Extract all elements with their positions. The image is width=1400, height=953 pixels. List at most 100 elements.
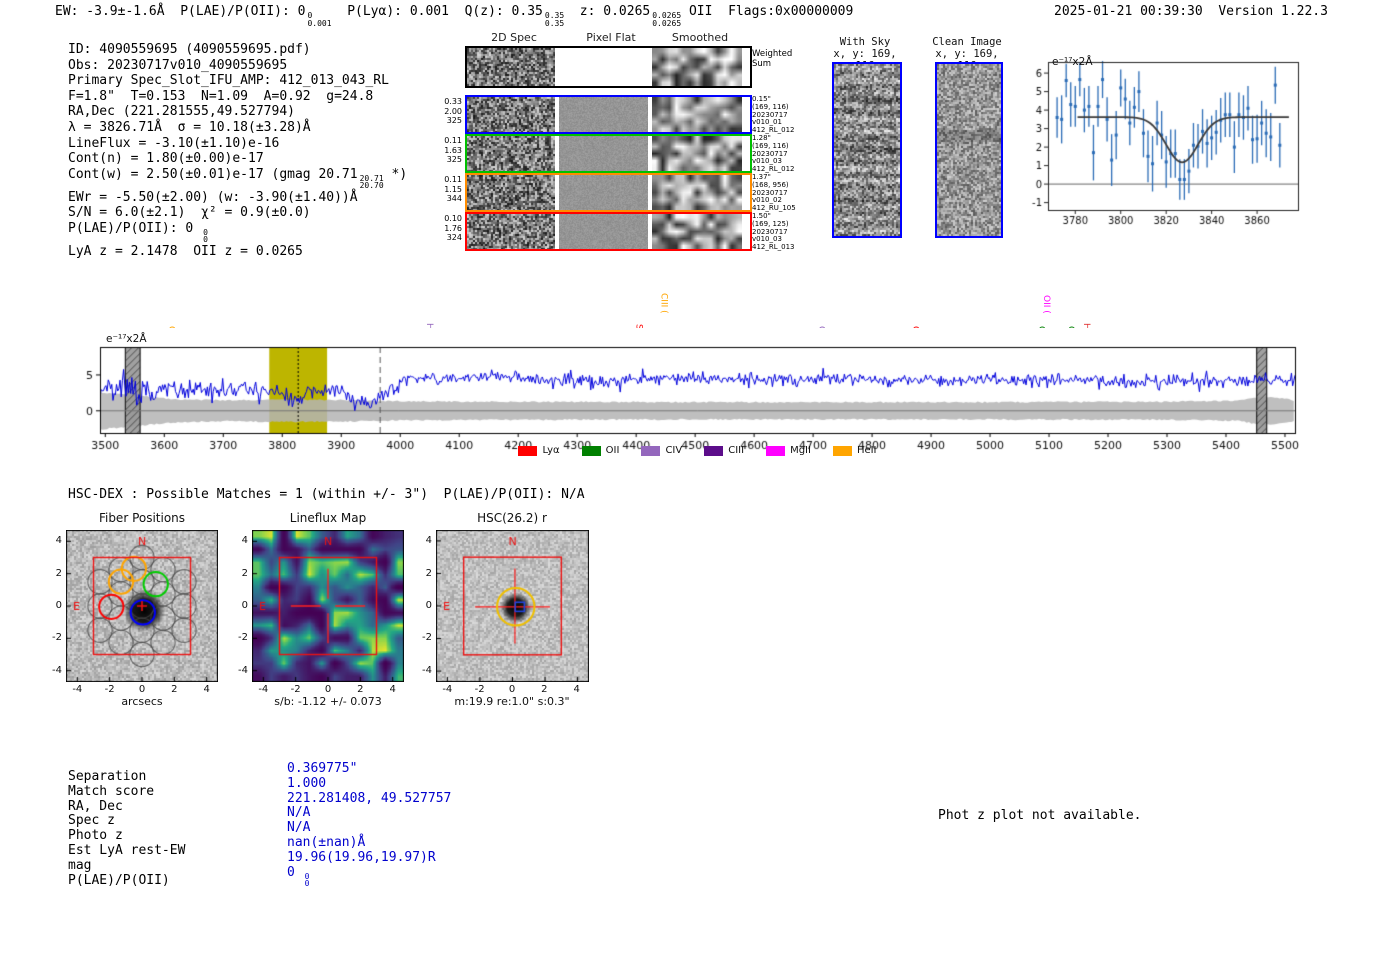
left-label-line: 0.10 xyxy=(444,214,462,223)
with-sky-image xyxy=(832,62,902,238)
spec2d-row-left-labels: 0.11 1.15 344 xyxy=(438,175,462,204)
y-tick-label: 4 xyxy=(425,535,432,547)
legend-item: HeII xyxy=(832,445,877,456)
y-tick-label: 2 xyxy=(241,567,248,579)
smoothed-image xyxy=(652,48,742,86)
fiber-positions-caption: arcsecs xyxy=(121,695,163,708)
legend-item: CIII xyxy=(704,445,744,456)
subscript: 20.70 xyxy=(359,181,384,191)
text-segment: RA,Dec (221.281555,49.527794) xyxy=(68,104,295,120)
left-label-line: 344 xyxy=(446,194,462,203)
subscript: 0.0265 xyxy=(652,18,682,28)
legend-label: HeII xyxy=(856,445,877,456)
info-line-11: S/N = 6.0(±2.1) χ² = 0.9(±0.0) xyxy=(68,205,407,221)
spectrum-flux-units-label: e⁻¹⁷x2Å xyxy=(106,333,147,345)
subscript: 0.35 xyxy=(544,18,565,28)
y-tick-label: -4 xyxy=(52,664,62,676)
info-line-4: F=1.8" T=0.153 N=1.09 A=0.92 g=24.8 xyxy=(68,89,407,105)
y-tick-label: -2 xyxy=(422,632,432,644)
with-sky-title-line: With Sky xyxy=(839,36,891,48)
y-tick-label: -2 xyxy=(52,632,62,644)
x-tick-label: -2 xyxy=(474,684,485,695)
left-label-line: 2.00 xyxy=(444,106,462,116)
match-table-labels: Separation Match score RA, Dec Spec z Photo … xyxy=(68,769,186,888)
text-segment: LineFlux = -3.10(±1.10)e-16 xyxy=(68,135,280,151)
legend-item: OII xyxy=(581,445,619,456)
pixel-flat-image xyxy=(559,136,648,171)
y-tick-label: 0 xyxy=(241,600,248,611)
text-segment: 0.369775" xyxy=(287,761,358,776)
spec2d-col-header: 2D Spec xyxy=(491,31,537,44)
text-segment: *) xyxy=(383,166,408,182)
spec2d-image xyxy=(467,97,555,132)
line-fit-plot xyxy=(1025,50,1310,230)
right-label-line: 412_RL_013 xyxy=(752,243,795,252)
hsc-caption: m:19.9 re:1.0" s:0.3" xyxy=(454,695,570,708)
match-row-label: Separation xyxy=(68,769,147,784)
weighted-sum-label: Weighted Sum xyxy=(752,49,792,69)
text-segment: EWr = -5.50(±2.00) (w: -3.90(±1.40))Å xyxy=(68,189,358,205)
text-segment: N/A xyxy=(287,820,311,836)
y-tick-label: 4 xyxy=(55,535,62,547)
info-line-13: LyA z = 2.1478 OII z = 0.0265 xyxy=(68,244,407,260)
spec2d-row-right-labels: 1.28" (169, 116) 20230717 v010_03 412_RL_012 xyxy=(752,134,795,174)
legend-swatch xyxy=(766,445,786,456)
emission-line-label-ciii: CIII ( xyxy=(658,293,669,314)
sup-sub-value: 0.0265 0.0265 xyxy=(652,12,681,27)
spec2d-image xyxy=(467,48,555,86)
left-label-line: 0.11 xyxy=(444,136,462,145)
match-row-value: N/A xyxy=(287,820,451,836)
text-segment: 19.96(19.96,19.97)R xyxy=(287,849,436,865)
report-header-summary: EW: -3.9±-1.6Å P(LAE)/P(OII): 0 0 0.001 P(… xyxy=(55,4,853,27)
legend-item: MgII xyxy=(766,445,811,456)
subscript: 0 xyxy=(304,879,310,889)
x-tick-label: 4 xyxy=(389,684,396,695)
sup-sub-value: 0 0.001 xyxy=(307,12,331,27)
spec2d-row-left-labels: 0.11 1.63 325 xyxy=(438,136,462,165)
left-label-line: 1.15 xyxy=(444,184,462,194)
spec2d-exposure-row xyxy=(465,212,752,251)
x-tick-label: 2 xyxy=(357,684,364,695)
text-segment: F=1.8" T=0.153 N=1.09 A=0.92 g=24.8 xyxy=(68,88,374,104)
lineflux-caption: s/b: -1.12 +/- 0.073 xyxy=(274,695,382,708)
legend-label: CIII xyxy=(728,445,745,456)
spec2d-weighted-row xyxy=(465,46,752,88)
left-label-line: 325 xyxy=(446,116,462,125)
legend-item: Lyα xyxy=(518,445,560,456)
match-row-value: 0 00 xyxy=(287,865,451,889)
text-segment: 221.281408, 49.527757 xyxy=(287,790,452,806)
spec2d-row-right-labels: 1.37" (168, 956) 20230717 v010_02 412_RU_105 xyxy=(752,173,796,213)
match-row-label: Photo z xyxy=(68,828,123,844)
match-row-label: Est LyA rest-EW xyxy=(68,842,186,858)
sup-sub-value: 00 xyxy=(304,872,310,889)
fiber-positions-canvas xyxy=(66,530,218,682)
match-row-value: 1.000 xyxy=(287,775,451,792)
photz-note: Phot z plot not available. xyxy=(938,808,1142,823)
smoothed-image xyxy=(652,175,742,210)
spec2d-row-left-labels: 0.33 2.00 325 xyxy=(438,97,462,126)
subscript: 0 xyxy=(203,235,208,245)
hsc-cutout-canvas xyxy=(436,530,589,682)
legend-label: MgII xyxy=(790,445,811,456)
text-segment: 1.000 xyxy=(287,775,327,791)
text-segment: nan(±nan)Å xyxy=(287,834,366,850)
text-segment: N/A xyxy=(287,805,311,821)
y-tick-label: 2 xyxy=(55,567,62,579)
x-tick-label: 2 xyxy=(541,684,548,695)
info-line-2: Obs: 20230717v010_4090559695 xyxy=(68,58,407,74)
sup-sub-value: 0.35 0.35 xyxy=(545,12,564,27)
y-tick-label: -4 xyxy=(238,664,248,676)
spectrum-legend: Lyα OII CIV CIII MgII HeII xyxy=(100,445,1295,456)
weighted-sum-line: Sum xyxy=(752,58,772,69)
fiber-positions-title: Fiber Positions xyxy=(98,511,186,525)
spec2d-exposure-row xyxy=(465,173,752,212)
elixer-report-page: EW: -3.9±-1.6Å P(LAE)/P(OII): 0 0 0.001 P(… xyxy=(0,0,1400,953)
info-line-7: LineFlux = -3.10(±1.10)e-16 xyxy=(68,136,407,152)
y-tick-label: 0 xyxy=(55,600,62,611)
text-segment: λ = 3826.71Å σ = 10.18(±3.28)Å xyxy=(68,119,311,135)
match-table-values: 0.369775" 1.000 221.281408, 49.527757 N/A N/… xyxy=(287,761,452,889)
detection-info-block: ID: 4090559695 (4090559695.pdf) Obs: 2023… xyxy=(68,42,407,260)
text-segment: Primary Spec_Slot_IFU_AMP: 412_013_043_R… xyxy=(68,73,389,89)
info-line-5: RA,Dec (221.281555,49.527794) xyxy=(68,104,407,120)
hsc-match-heading: HSC-DEX : Possible Matches = 1 (within +… xyxy=(68,487,585,502)
